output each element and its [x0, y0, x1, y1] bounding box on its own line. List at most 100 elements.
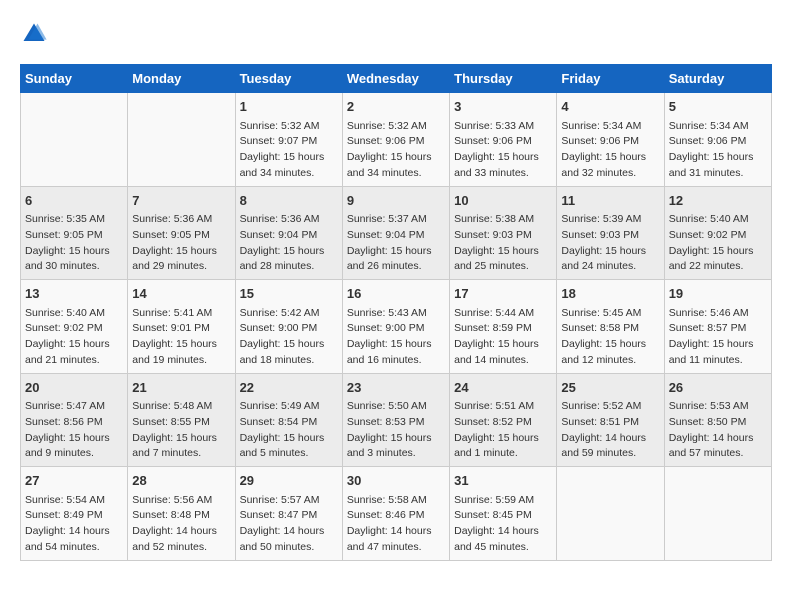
cell-content: Sunrise: 5:49 AM Sunset: 8:54 PM Dayligh…: [240, 399, 338, 462]
cell-content: Sunrise: 5:43 AM Sunset: 9:00 PM Dayligh…: [347, 306, 445, 369]
calendar-cell: 26Sunrise: 5:53 AM Sunset: 8:50 PM Dayli…: [664, 373, 771, 467]
calendar-cell: 7Sunrise: 5:36 AM Sunset: 9:05 PM Daylig…: [128, 186, 235, 280]
cell-content: Sunrise: 5:45 AM Sunset: 8:58 PM Dayligh…: [561, 306, 659, 369]
cell-content: Sunrise: 5:34 AM Sunset: 9:06 PM Dayligh…: [561, 119, 659, 182]
cell-content: Sunrise: 5:33 AM Sunset: 9:06 PM Dayligh…: [454, 119, 552, 182]
cell-content: Sunrise: 5:37 AM Sunset: 9:04 PM Dayligh…: [347, 212, 445, 275]
week-row-1: 1Sunrise: 5:32 AM Sunset: 9:07 PM Daylig…: [21, 93, 772, 187]
calendar-cell: 15Sunrise: 5:42 AM Sunset: 9:00 PM Dayli…: [235, 280, 342, 374]
cell-content: Sunrise: 5:54 AM Sunset: 8:49 PM Dayligh…: [25, 493, 123, 556]
day-number: 11: [561, 191, 659, 211]
cell-content: Sunrise: 5:35 AM Sunset: 9:05 PM Dayligh…: [25, 212, 123, 275]
calendar-cell: 30Sunrise: 5:58 AM Sunset: 8:46 PM Dayli…: [342, 467, 449, 561]
calendar-cell: 4Sunrise: 5:34 AM Sunset: 9:06 PM Daylig…: [557, 93, 664, 187]
cell-content: Sunrise: 5:56 AM Sunset: 8:48 PM Dayligh…: [132, 493, 230, 556]
calendar-cell: 31Sunrise: 5:59 AM Sunset: 8:45 PM Dayli…: [450, 467, 557, 561]
cell-content: Sunrise: 5:40 AM Sunset: 9:02 PM Dayligh…: [669, 212, 767, 275]
header-day-tuesday: Tuesday: [235, 65, 342, 93]
calendar-cell: 19Sunrise: 5:46 AM Sunset: 8:57 PM Dayli…: [664, 280, 771, 374]
calendar-cell: 20Sunrise: 5:47 AM Sunset: 8:56 PM Dayli…: [21, 373, 128, 467]
page-header: [20, 20, 772, 48]
cell-content: Sunrise: 5:36 AM Sunset: 9:04 PM Dayligh…: [240, 212, 338, 275]
cell-content: Sunrise: 5:47 AM Sunset: 8:56 PM Dayligh…: [25, 399, 123, 462]
day-number: 13: [25, 284, 123, 304]
header-day-thursday: Thursday: [450, 65, 557, 93]
calendar-cell: [128, 93, 235, 187]
cell-content: Sunrise: 5:53 AM Sunset: 8:50 PM Dayligh…: [669, 399, 767, 462]
calendar-cell: 16Sunrise: 5:43 AM Sunset: 9:00 PM Dayli…: [342, 280, 449, 374]
calendar-cell: 2Sunrise: 5:32 AM Sunset: 9:06 PM Daylig…: [342, 93, 449, 187]
day-number: 4: [561, 97, 659, 117]
header-day-saturday: Saturday: [664, 65, 771, 93]
day-number: 31: [454, 471, 552, 491]
cell-content: Sunrise: 5:40 AM Sunset: 9:02 PM Dayligh…: [25, 306, 123, 369]
day-number: 16: [347, 284, 445, 304]
calendar-cell: 6Sunrise: 5:35 AM Sunset: 9:05 PM Daylig…: [21, 186, 128, 280]
day-number: 3: [454, 97, 552, 117]
day-number: 15: [240, 284, 338, 304]
cell-content: Sunrise: 5:51 AM Sunset: 8:52 PM Dayligh…: [454, 399, 552, 462]
cell-content: Sunrise: 5:42 AM Sunset: 9:00 PM Dayligh…: [240, 306, 338, 369]
calendar-cell: 1Sunrise: 5:32 AM Sunset: 9:07 PM Daylig…: [235, 93, 342, 187]
calendar-cell: [557, 467, 664, 561]
day-number: 1: [240, 97, 338, 117]
header-row: SundayMondayTuesdayWednesdayThursdayFrid…: [21, 65, 772, 93]
cell-content: Sunrise: 5:36 AM Sunset: 9:05 PM Dayligh…: [132, 212, 230, 275]
cell-content: Sunrise: 5:38 AM Sunset: 9:03 PM Dayligh…: [454, 212, 552, 275]
calendar-cell: 18Sunrise: 5:45 AM Sunset: 8:58 PM Dayli…: [557, 280, 664, 374]
calendar-cell: 27Sunrise: 5:54 AM Sunset: 8:49 PM Dayli…: [21, 467, 128, 561]
day-number: 27: [25, 471, 123, 491]
cell-content: Sunrise: 5:46 AM Sunset: 8:57 PM Dayligh…: [669, 306, 767, 369]
cell-content: Sunrise: 5:52 AM Sunset: 8:51 PM Dayligh…: [561, 399, 659, 462]
day-number: 9: [347, 191, 445, 211]
cell-content: Sunrise: 5:39 AM Sunset: 9:03 PM Dayligh…: [561, 212, 659, 275]
logo: [20, 20, 52, 48]
day-number: 20: [25, 378, 123, 398]
calendar-cell: 13Sunrise: 5:40 AM Sunset: 9:02 PM Dayli…: [21, 280, 128, 374]
cell-content: Sunrise: 5:41 AM Sunset: 9:01 PM Dayligh…: [132, 306, 230, 369]
calendar-cell: 9Sunrise: 5:37 AM Sunset: 9:04 PM Daylig…: [342, 186, 449, 280]
calendar-cell: 25Sunrise: 5:52 AM Sunset: 8:51 PM Dayli…: [557, 373, 664, 467]
calendar-cell: 28Sunrise: 5:56 AM Sunset: 8:48 PM Dayli…: [128, 467, 235, 561]
calendar-cell: 17Sunrise: 5:44 AM Sunset: 8:59 PM Dayli…: [450, 280, 557, 374]
day-number: 30: [347, 471, 445, 491]
day-number: 22: [240, 378, 338, 398]
cell-content: Sunrise: 5:44 AM Sunset: 8:59 PM Dayligh…: [454, 306, 552, 369]
cell-content: Sunrise: 5:32 AM Sunset: 9:07 PM Dayligh…: [240, 119, 338, 182]
day-number: 5: [669, 97, 767, 117]
cell-content: Sunrise: 5:34 AM Sunset: 9:06 PM Dayligh…: [669, 119, 767, 182]
calendar-cell: 12Sunrise: 5:40 AM Sunset: 9:02 PM Dayli…: [664, 186, 771, 280]
calendar-cell: 5Sunrise: 5:34 AM Sunset: 9:06 PM Daylig…: [664, 93, 771, 187]
day-number: 17: [454, 284, 552, 304]
calendar-header: SundayMondayTuesdayWednesdayThursdayFrid…: [21, 65, 772, 93]
cell-content: Sunrise: 5:59 AM Sunset: 8:45 PM Dayligh…: [454, 493, 552, 556]
day-number: 23: [347, 378, 445, 398]
calendar-cell: 10Sunrise: 5:38 AM Sunset: 9:03 PM Dayli…: [450, 186, 557, 280]
calendar-cell: 11Sunrise: 5:39 AM Sunset: 9:03 PM Dayli…: [557, 186, 664, 280]
week-row-4: 20Sunrise: 5:47 AM Sunset: 8:56 PM Dayli…: [21, 373, 772, 467]
calendar-body: 1Sunrise: 5:32 AM Sunset: 9:07 PM Daylig…: [21, 93, 772, 561]
week-row-2: 6Sunrise: 5:35 AM Sunset: 9:05 PM Daylig…: [21, 186, 772, 280]
header-day-wednesday: Wednesday: [342, 65, 449, 93]
cell-content: Sunrise: 5:50 AM Sunset: 8:53 PM Dayligh…: [347, 399, 445, 462]
calendar-cell: [21, 93, 128, 187]
calendar-cell: 29Sunrise: 5:57 AM Sunset: 8:47 PM Dayli…: [235, 467, 342, 561]
calendar-cell: [664, 467, 771, 561]
calendar-cell: 23Sunrise: 5:50 AM Sunset: 8:53 PM Dayli…: [342, 373, 449, 467]
cell-content: Sunrise: 5:58 AM Sunset: 8:46 PM Dayligh…: [347, 493, 445, 556]
day-number: 12: [669, 191, 767, 211]
day-number: 6: [25, 191, 123, 211]
day-number: 25: [561, 378, 659, 398]
calendar-cell: 8Sunrise: 5:36 AM Sunset: 9:04 PM Daylig…: [235, 186, 342, 280]
day-number: 21: [132, 378, 230, 398]
week-row-5: 27Sunrise: 5:54 AM Sunset: 8:49 PM Dayli…: [21, 467, 772, 561]
day-number: 24: [454, 378, 552, 398]
week-row-3: 13Sunrise: 5:40 AM Sunset: 9:02 PM Dayli…: [21, 280, 772, 374]
day-number: 8: [240, 191, 338, 211]
calendar-cell: 22Sunrise: 5:49 AM Sunset: 8:54 PM Dayli…: [235, 373, 342, 467]
logo-icon: [20, 20, 48, 48]
calendar-cell: 14Sunrise: 5:41 AM Sunset: 9:01 PM Dayli…: [128, 280, 235, 374]
header-day-monday: Monday: [128, 65, 235, 93]
day-number: 7: [132, 191, 230, 211]
cell-content: Sunrise: 5:57 AM Sunset: 8:47 PM Dayligh…: [240, 493, 338, 556]
